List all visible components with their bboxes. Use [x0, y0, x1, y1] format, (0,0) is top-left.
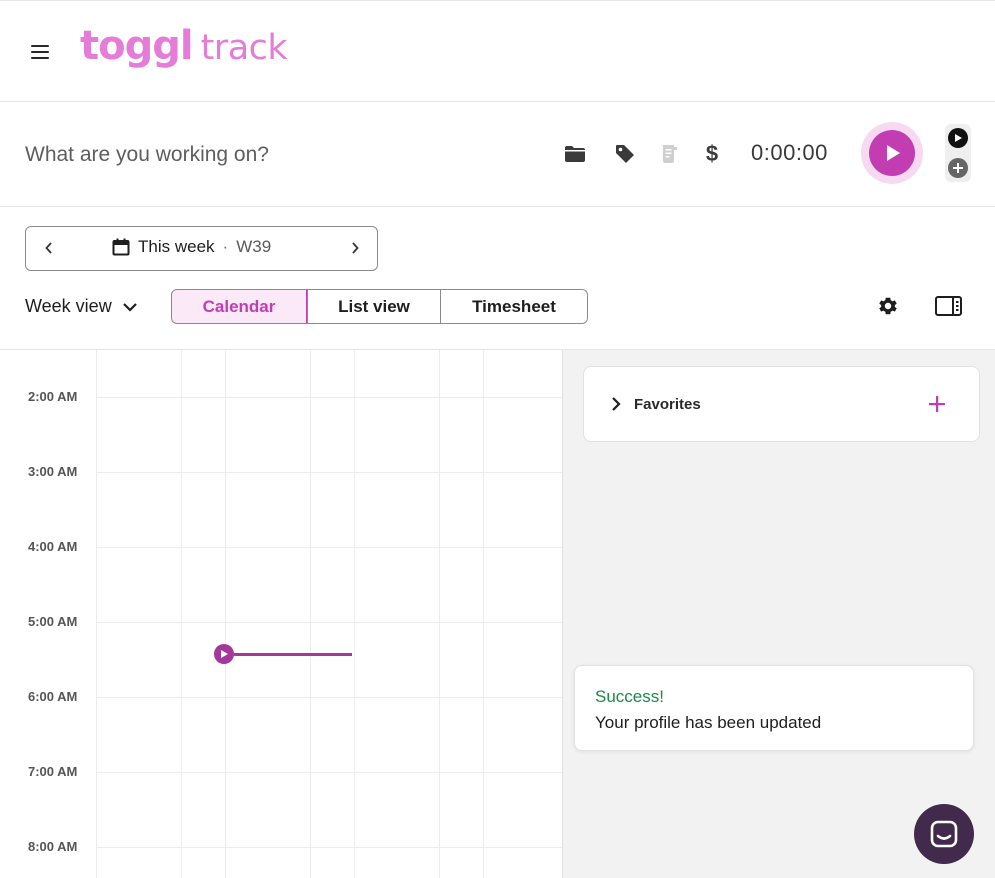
- chat-icon: [930, 820, 958, 848]
- sidebar-toggle-icon[interactable]: [935, 295, 962, 317]
- next-week-button[interactable]: [344, 237, 366, 259]
- previous-week-button[interactable]: [38, 237, 60, 259]
- tab-list-view[interactable]: List view: [307, 290, 440, 323]
- dollar-icon[interactable]: $: [700, 141, 724, 166]
- hour-row: 5:00 AM: [0, 575, 562, 650]
- toggl-track-logo[interactable]: toggl track: [80, 23, 288, 79]
- hour-label: 6:00 AM: [28, 689, 78, 704]
- hour-row: 3:00 AM: [0, 425, 562, 500]
- calendar-grid[interactable]: 2:00 AM 3:00 AM 4:00 AM 5:00 AM 6:00 AM …: [0, 350, 562, 878]
- favorites-title[interactable]: Favorites: [634, 396, 701, 413]
- tag-icon[interactable]: [613, 142, 637, 166]
- hour-row: 4:00 AM: [0, 500, 562, 575]
- hour-label: 5:00 AM: [28, 614, 78, 629]
- receipt-icon[interactable]: [658, 142, 682, 166]
- description-input[interactable]: [25, 140, 525, 170]
- play-icon[interactable]: [214, 644, 234, 664]
- calendar-icon: [112, 238, 130, 256]
- hour-label: 8:00 AM: [28, 839, 78, 854]
- hour-row: 8:00 AM: [0, 800, 562, 875]
- manual-mode-icon[interactable]: [948, 158, 968, 178]
- week-separator: ·: [222, 237, 229, 256]
- chevron-left-icon: [45, 242, 52, 254]
- week-range-button[interactable]: This week · W39: [112, 237, 271, 257]
- timer-bar: $ 0:00:00: [0, 102, 995, 207]
- right-sidebar: Favorites: [562, 350, 995, 878]
- favorites-card: Favorites: [583, 366, 980, 442]
- tab-timesheet[interactable]: Timesheet: [440, 290, 587, 323]
- chevron-right-icon: [352, 242, 359, 254]
- hour-label: 4:00 AM: [28, 539, 78, 554]
- app-header: toggl track: [0, 0, 995, 102]
- hour-label: 3:00 AM: [28, 464, 78, 479]
- logo-product: track: [200, 28, 288, 68]
- toast-message: Your profile has been updated: [595, 713, 822, 732]
- hour-row: 2:00 AM: [0, 350, 562, 425]
- week-number: W39: [236, 237, 272, 256]
- timer-mode-switch: [945, 124, 971, 182]
- tab-calendar[interactable]: Calendar: [172, 290, 307, 323]
- hour-row: 7:00 AM: [0, 725, 562, 800]
- hour-label: 2:00 AM: [28, 389, 78, 404]
- menu-icon[interactable]: [31, 45, 49, 59]
- billable-symbol: $: [705, 141, 719, 166]
- timer-display: 0:00:00: [751, 140, 828, 165]
- gear-icon[interactable]: [877, 295, 899, 317]
- logo-word: toggl: [80, 23, 194, 69]
- toast-title: Success!: [595, 687, 664, 706]
- view-tabs: Calendar List view Timesheet: [171, 289, 588, 324]
- current-time-indicator[interactable]: [214, 644, 352, 664]
- chevron-right-icon[interactable]: [609, 396, 623, 412]
- hour-label: 7:00 AM: [28, 764, 78, 779]
- folder-icon[interactable]: [563, 142, 587, 166]
- week-picker: This week · W39: [25, 226, 378, 271]
- timer-mode-icon[interactable]: [948, 128, 968, 148]
- add-favorite-icon[interactable]: [926, 393, 948, 415]
- chat-support-button[interactable]: [914, 804, 974, 864]
- play-icon: [887, 145, 900, 161]
- start-timer-button[interactable]: [861, 122, 923, 184]
- success-toast: Success! Your profile has been updated: [574, 665, 974, 751]
- chevron-down-icon: [122, 302, 137, 312]
- view-mode-label: Week view: [25, 296, 112, 316]
- view-mode-dropdown[interactable]: Week view: [25, 296, 138, 317]
- week-label: This week: [138, 237, 215, 256]
